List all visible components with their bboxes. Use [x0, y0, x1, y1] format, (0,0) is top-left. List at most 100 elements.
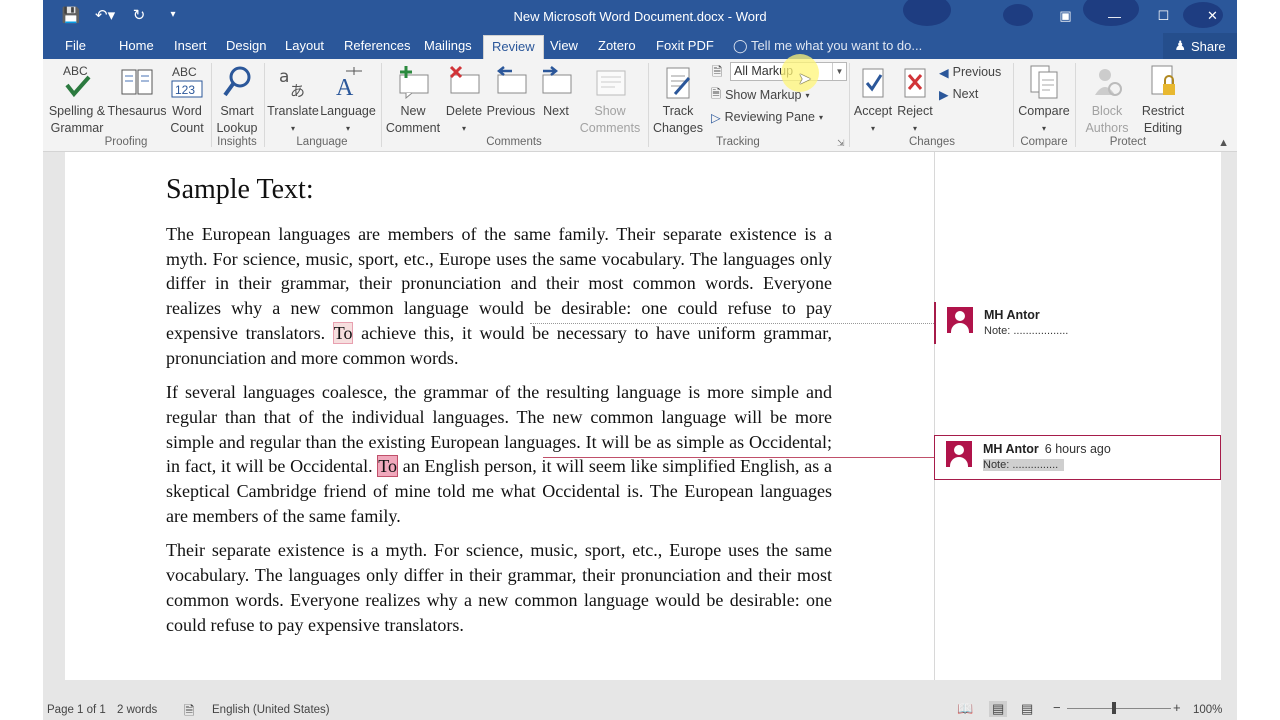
language-status[interactable]: English (United States) — [212, 704, 330, 716]
minimize-icon[interactable]: — — [1090, 0, 1139, 32]
reject-icon — [895, 61, 935, 103]
thesaurus-button[interactable]: Thesaurus — [107, 61, 167, 120]
previous-comment-icon — [485, 61, 537, 103]
document-page[interactable]: Sample Text: The European languages are … — [65, 152, 1221, 680]
tab-design[interactable]: Design — [226, 38, 266, 53]
zoom-level[interactable]: 100% — [1193, 704, 1222, 716]
zoom-in-icon[interactable]: + — [1173, 700, 1181, 715]
tell-me-box[interactable]: ◯ Tell me what you want to do... — [733, 38, 922, 54]
delete-comment-icon — [443, 61, 485, 103]
next-change-button[interactable]: ▶ Next — [939, 84, 978, 104]
read-mode-icon[interactable]: 📖 — [957, 701, 973, 717]
collapse-ribbon-icon[interactable]: ▲ — [1218, 137, 1229, 149]
zoom-slider[interactable] — [1067, 708, 1171, 709]
next-change-label: Next — [952, 87, 979, 101]
comment-author: MH Antor — [984, 308, 1040, 322]
new-comment-button[interactable]: New Comment — [383, 61, 443, 137]
maximize-icon[interactable]: ☐ — [1139, 0, 1188, 32]
ribbon-display-icon[interactable]: ▣ — [1041, 0, 1090, 32]
group-divider — [648, 63, 649, 147]
previous-change-button[interactable]: ◀ Previous — [939, 62, 1001, 82]
comment-text[interactable]: Note: .................. — [984, 325, 1068, 337]
print-layout-icon[interactable]: ▤ — [989, 701, 1008, 717]
svg-text:ABC: ABC — [172, 65, 197, 79]
compare-dropdown-icon: ▾ — [1041, 124, 1046, 133]
spelling-grammar-button[interactable]: ABC Spelling & Grammar — [45, 61, 109, 137]
comment-connector-1 — [530, 323, 934, 324]
delete-comment-button[interactable]: Delete ▾ — [443, 61, 485, 137]
compare-button[interactable]: Compare ▾ — [1015, 61, 1073, 137]
group-divider — [849, 63, 850, 147]
comment-anchor-1[interactable]: To — [332, 321, 354, 344]
tab-view[interactable]: View — [550, 38, 578, 53]
web-layout-icon[interactable]: ▤ — [1021, 701, 1033, 717]
right-margin — [1237, 0, 1280, 720]
block-authors-button[interactable]: Block Authors — [1077, 61, 1137, 137]
next-comment-icon — [537, 61, 575, 103]
new-comment-icon — [383, 61, 443, 103]
next-comment-button[interactable]: Next — [537, 61, 575, 120]
group-divider — [1013, 63, 1014, 147]
reviewing-pane-label: Reviewing Pane — [724, 110, 815, 124]
show-comments-icon — [575, 61, 645, 103]
page-count[interactable]: Page 1 of 1 — [47, 704, 106, 716]
word-count-button[interactable]: ABC 123 Word Count — [167, 61, 207, 137]
title-bar: 💾 ↶▾ ↻ ▾ New Microsoft Word Document.doc… — [43, 0, 1237, 33]
restrict-editing-button[interactable]: Restrict Editing — [1137, 61, 1189, 137]
dialog-launcher-icon[interactable]: ⇲ — [837, 138, 845, 149]
comment-anchor-2[interactable]: To — [377, 455, 399, 478]
proofing-group-label: Proofing — [104, 136, 148, 148]
word-count[interactable]: 2 words — [117, 704, 157, 716]
comment-balloon-1[interactable]: MH Antor Note: .................. — [934, 302, 1221, 344]
chevron-down-icon[interactable]: ▼ — [832, 63, 846, 80]
language-button[interactable]: A Language ▾ — [320, 61, 376, 137]
share-button[interactable]: ♟ Share — [1163, 33, 1237, 59]
comment-text[interactable]: Note: ............... — [983, 459, 1065, 471]
tab-references[interactable]: References — [344, 38, 410, 53]
delete-dropdown-icon: ▾ — [461, 124, 466, 133]
close-icon[interactable]: ✕ — [1188, 0, 1237, 32]
tab-foxit-pdf[interactable]: Foxit PDF — [656, 38, 714, 53]
reviewing-pane-button[interactable]: ▷ Reviewing Pane ▾ — [711, 107, 823, 127]
insights-group-label: Insights — [217, 136, 257, 148]
show-comments-button[interactable]: Show Comments — [575, 61, 645, 137]
reject-button[interactable]: Reject ▾ — [895, 61, 935, 137]
ribbon-tabs: File Home Insert Design Layout Reference… — [43, 33, 1237, 59]
tab-mailings[interactable]: Mailings — [424, 38, 472, 53]
track-changes-button[interactable]: Track Changes — [650, 61, 706, 137]
zoom-slider-thumb[interactable] — [1112, 702, 1116, 714]
group-divider — [211, 63, 212, 147]
accept-icon — [851, 61, 895, 103]
comment-balloon-2[interactable]: MH Antor 6 hours ago Note: ..............… — [934, 435, 1221, 480]
next-change-icon: ▶ — [939, 87, 949, 102]
previous-change-icon: ◀ — [939, 65, 949, 80]
paragraph-1: The European languages are members of th… — [166, 224, 832, 368]
tab-layout[interactable]: Layout — [285, 38, 324, 53]
comment-author: MH Antor 6 hours ago — [983, 442, 1111, 456]
paragraph-2: If several languages coalesce, the gramm… — [166, 382, 832, 526]
translate-button[interactable]: aあ Translate ▾ — [266, 61, 320, 137]
tab-home[interactable]: Home — [119, 38, 154, 53]
spelling-check-icon: ABC — [45, 61, 109, 103]
accept-button[interactable]: Accept ▾ — [851, 61, 895, 137]
comment-connector-2 — [543, 457, 934, 458]
document-body[interactable]: Sample Text: The European languages are … — [166, 174, 832, 647]
zoom-out-icon[interactable]: − — [1053, 700, 1061, 715]
proofing-status-icon[interactable]: 🗎 — [184, 702, 194, 720]
group-divider — [264, 63, 265, 147]
reviewing-pane-icon: ▷ — [711, 110, 721, 125]
document-area: Sample Text: The European languages are … — [43, 152, 1237, 698]
previous-comment-button[interactable]: Previous — [485, 61, 537, 120]
tab-insert[interactable]: Insert — [174, 38, 207, 53]
compare-group-label: Compare — [1020, 136, 1068, 148]
document-heading: Sample Text: — [166, 174, 314, 205]
smart-lookup-button[interactable]: Smart Lookup — [213, 61, 261, 137]
window-controls: ▣ — ☐ ✕ — [1041, 0, 1237, 32]
previous-change-label: Previous — [952, 65, 1002, 79]
tab-zotero[interactable]: Zotero — [598, 38, 636, 53]
app-frame: 💾 ↶▾ ↻ ▾ New Microsoft Word Document.doc… — [43, 0, 1237, 720]
tab-file[interactable]: File — [65, 38, 86, 53]
show-markup-icon: 🗎 — [711, 86, 722, 101]
book-icon — [107, 61, 167, 103]
tab-review[interactable]: Review — [483, 35, 544, 59]
